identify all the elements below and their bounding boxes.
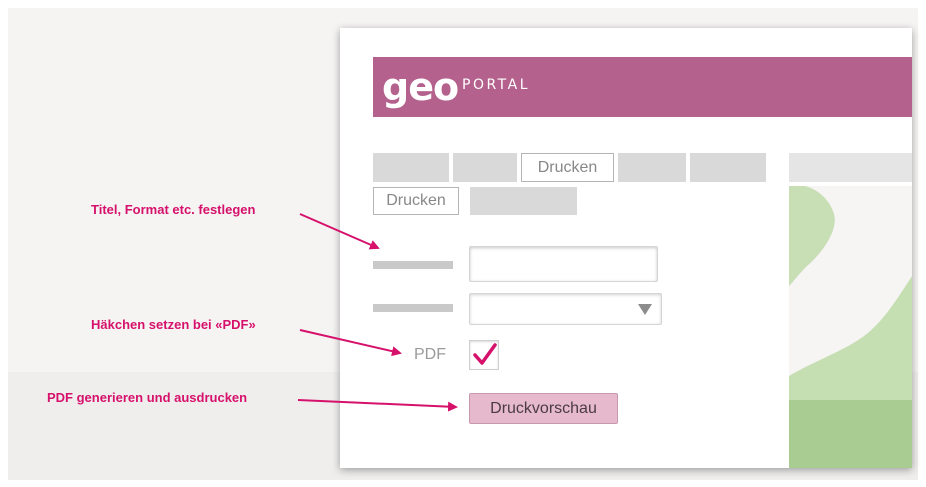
- arrow-title-format: [299, 213, 380, 250]
- arrow-pdf-check: [299, 329, 402, 357]
- arrow-generate: [297, 399, 458, 412]
- annotation-arrows: [297, 213, 458, 412]
